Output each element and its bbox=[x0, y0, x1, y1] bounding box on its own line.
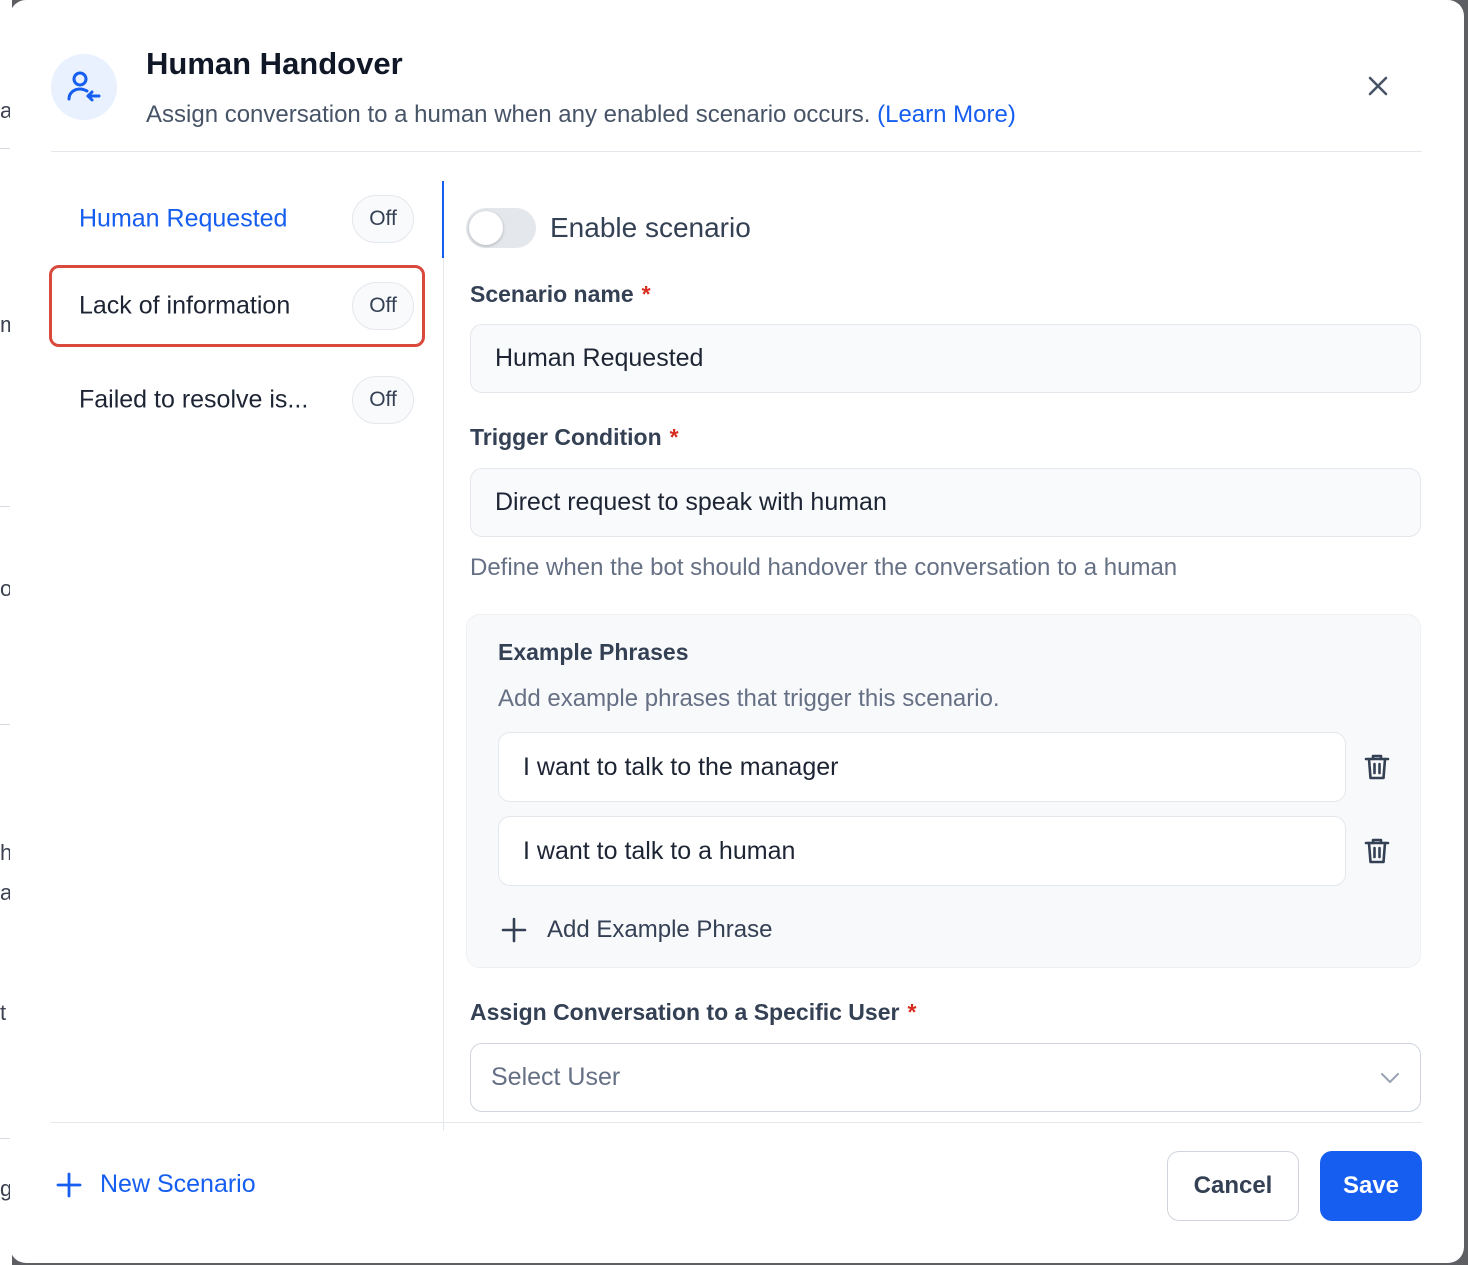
example-phrases-subtitle: Add example phrases that trigger this sc… bbox=[498, 685, 1000, 712]
header-divider bbox=[51, 151, 1422, 152]
cancel-button[interactable]: Cancel bbox=[1167, 1151, 1299, 1221]
active-scenario-indicator bbox=[442, 181, 444, 258]
required-mark: * bbox=[641, 281, 651, 307]
chevron-down-icon bbox=[1381, 1072, 1399, 1083]
example-phrase-input[interactable]: I want to talk to a human bbox=[498, 816, 1346, 886]
trash-icon bbox=[1364, 838, 1390, 864]
learn-more-link[interactable]: (Learn More) bbox=[877, 101, 1016, 128]
scenario-name-label: Scenario name * bbox=[470, 281, 651, 308]
scenario-label: Human Requested bbox=[79, 204, 288, 233]
scenario-item-failed-to-resolve[interactable]: Failed to resolve is... Off bbox=[49, 359, 425, 441]
assign-user-label: Assign Conversation to a Specific User * bbox=[470, 999, 916, 1026]
example-phrase-input[interactable]: I want to talk to the manager bbox=[498, 732, 1346, 802]
plus-icon bbox=[501, 917, 527, 943]
new-scenario-button[interactable]: New Scenario bbox=[56, 1170, 256, 1199]
save-button[interactable]: Save bbox=[1320, 1151, 1422, 1221]
enable-scenario-label: Enable scenario bbox=[550, 212, 751, 243]
scenario-label: Lack of information bbox=[79, 291, 291, 320]
new-scenario-label: New Scenario bbox=[100, 1170, 256, 1198]
footer-divider bbox=[51, 1122, 1422, 1123]
delete-phrase-button[interactable] bbox=[1360, 750, 1394, 784]
background-text: t bbox=[0, 1000, 7, 1025]
user-handover-icon bbox=[51, 54, 117, 120]
delete-phrase-button[interactable] bbox=[1360, 834, 1394, 868]
scenario-label: Failed to resolve is... bbox=[79, 385, 309, 414]
enable-scenario-toggle[interactable] bbox=[466, 208, 536, 248]
trigger-helper-text: Define when the bot should handover the … bbox=[470, 554, 1178, 581]
trigger-condition-input[interactable]: Direct request to speak with human bbox=[470, 468, 1421, 537]
subtitle-text: Assign conversation to a human when any … bbox=[146, 101, 871, 128]
modal-title: Human Handover bbox=[146, 46, 403, 81]
panel-divider bbox=[443, 181, 444, 1131]
scenario-item-human-requested[interactable]: Human Requested Off bbox=[49, 178, 425, 260]
scenario-name-input[interactable]: Human Requested bbox=[470, 324, 1421, 393]
label-text: Trigger Condition bbox=[470, 424, 662, 450]
close-icon bbox=[1368, 76, 1388, 96]
label-text: Assign Conversation to a Specific User bbox=[470, 999, 900, 1025]
trash-icon bbox=[1364, 754, 1390, 780]
example-phrases-card: Example Phrases Add example phrases that… bbox=[466, 614, 1421, 968]
add-example-phrase-button[interactable]: Add Example Phrase bbox=[501, 913, 772, 947]
scenario-status-toggle[interactable]: Off bbox=[352, 282, 414, 330]
required-mark: * bbox=[907, 999, 917, 1025]
scenario-status-toggle[interactable]: Off bbox=[352, 376, 414, 424]
select-user-dropdown[interactable]: Select User bbox=[470, 1043, 1421, 1112]
example-phrases-title: Example Phrases bbox=[498, 639, 689, 665]
add-example-phrase-label: Add Example Phrase bbox=[547, 916, 773, 943]
modal-subtitle: Assign conversation to a human when any … bbox=[146, 101, 1016, 129]
label-text: Scenario name bbox=[470, 281, 634, 307]
scenario-status-toggle[interactable]: Off bbox=[352, 195, 414, 243]
trigger-condition-label: Trigger Condition * bbox=[470, 424, 679, 451]
scenario-item-lack-of-information[interactable]: Lack of information Off bbox=[49, 265, 425, 347]
select-user-placeholder: Select User bbox=[491, 1063, 621, 1091]
plus-icon bbox=[56, 1172, 82, 1197]
human-handover-modal: Human Handover Assign conversation to a … bbox=[10, 0, 1464, 1263]
close-button[interactable] bbox=[1360, 68, 1396, 104]
toggle-knob bbox=[469, 211, 503, 245]
required-mark: * bbox=[669, 424, 679, 450]
